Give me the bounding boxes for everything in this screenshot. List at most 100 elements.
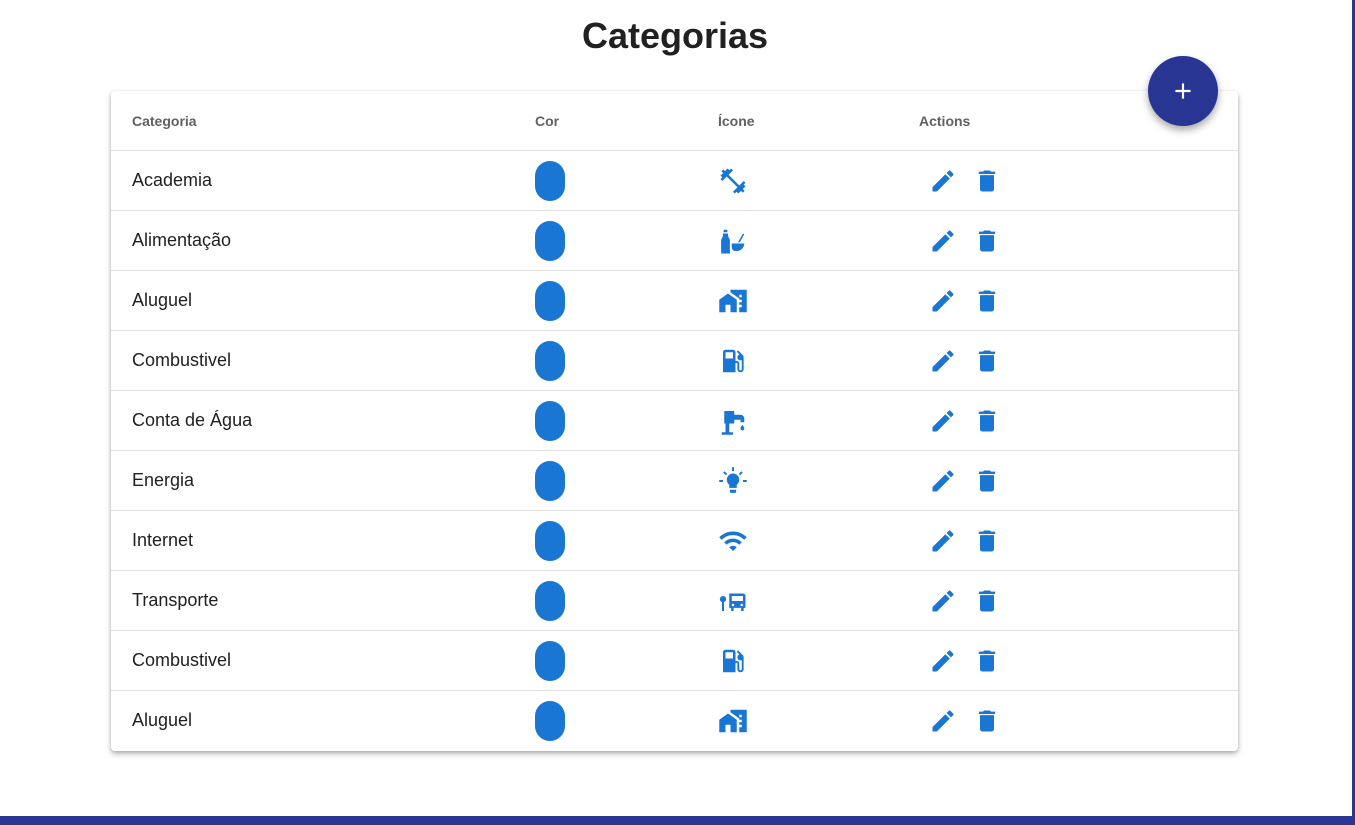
edit-button[interactable] — [929, 227, 957, 255]
category-color-cell — [535, 691, 718, 751]
edit-icon — [932, 529, 954, 551]
category-color-swatch — [535, 580, 565, 621]
category-name: Alimentação — [111, 210, 535, 271]
category-color-swatch — [535, 400, 565, 441]
table-row: Aluguel — [111, 270, 1238, 331]
edit-icon — [932, 649, 954, 671]
category-color-cell — [535, 630, 718, 691]
delete-button[interactable] — [973, 587, 1001, 615]
delete-icon — [978, 170, 996, 191]
page-title: Categorias — [581, 15, 769, 56]
edit-icon — [932, 349, 954, 371]
delete-button[interactable] — [973, 347, 1001, 375]
category-color-cell — [535, 270, 718, 331]
category-name: Aluguel — [111, 270, 535, 331]
edit-button[interactable] — [929, 167, 957, 195]
delete-button[interactable] — [973, 407, 1001, 435]
category-color-swatch — [535, 700, 565, 741]
edit-button[interactable] — [929, 527, 957, 555]
category-color-cell — [535, 450, 718, 511]
category-color-swatch — [535, 160, 565, 201]
bottom-bar — [0, 816, 1355, 825]
edit-button[interactable] — [929, 587, 957, 615]
home-work-icon — [719, 709, 747, 732]
category-icon-cell — [718, 691, 919, 751]
category-actions-cell — [919, 570, 1238, 631]
category-icon-cell — [718, 150, 919, 211]
delete-button[interactable] — [973, 707, 1001, 735]
column-header-categoria[interactable]: Categoria — [111, 91, 535, 151]
edit-icon — [932, 589, 954, 611]
edit-button[interactable] — [929, 647, 957, 675]
table-row: Conta de Água — [111, 390, 1238, 451]
category-name: Combustivel — [111, 330, 535, 391]
edit-icon — [932, 289, 954, 311]
delete-icon — [978, 410, 996, 431]
category-name: Combustivel — [111, 630, 535, 691]
category-name: Energia — [111, 450, 535, 511]
table-row: Combustivel — [111, 630, 1238, 691]
home-work-icon — [719, 289, 747, 312]
category-color-swatch — [535, 280, 565, 321]
category-icon-cell — [718, 270, 919, 331]
category-color-cell — [535, 510, 718, 571]
column-header-icone[interactable]: Ícone — [718, 91, 919, 151]
gas-station-icon — [723, 349, 744, 372]
delete-button[interactable] — [973, 227, 1001, 255]
category-actions-cell — [919, 691, 1238, 751]
category-color-cell — [535, 150, 718, 211]
category-name: Conta de Água — [111, 390, 535, 451]
table-header-row: Categoria Cor Ícone Actions — [111, 91, 1238, 151]
categories-table: Categoria Cor Ícone Actions Academia Alim… — [111, 91, 1238, 750]
edit-button[interactable] — [929, 467, 957, 495]
category-icon-cell — [718, 510, 919, 571]
category-icon-cell — [718, 570, 919, 631]
category-icon-cell — [718, 390, 919, 451]
table-row: Transporte — [111, 570, 1238, 631]
table-row: Energia — [111, 450, 1238, 511]
add-icon — [1175, 83, 1191, 99]
edit-icon — [932, 169, 954, 191]
edit-icon — [932, 409, 954, 431]
edit-icon — [932, 469, 954, 491]
delete-icon — [978, 230, 996, 251]
category-actions-cell — [919, 270, 1238, 331]
category-actions-cell — [919, 510, 1238, 571]
delete-button[interactable] — [973, 167, 1001, 195]
categories-table-card: Categoria Cor Ícone Actions Academia Alim… — [111, 91, 1238, 751]
category-name: Aluguel — [132, 710, 193, 730]
category-actions-cell — [919, 150, 1238, 211]
category-icon-cell — [718, 210, 919, 271]
column-header-cor[interactable]: Cor — [535, 91, 718, 151]
delete-button[interactable] — [973, 287, 1001, 315]
category-actions-cell — [919, 630, 1238, 691]
category-icon-cell — [718, 450, 919, 511]
table-row: Alimentação — [111, 210, 1238, 271]
fitness-icon — [720, 168, 746, 193]
table-row: Combustivel — [111, 330, 1238, 391]
water-tap-icon — [721, 410, 745, 435]
wifi-icon — [719, 531, 747, 551]
category-color-swatch — [535, 340, 565, 381]
category-color-cell — [535, 210, 718, 271]
category-actions-cell — [919, 210, 1238, 271]
edit-button[interactable] — [929, 287, 957, 315]
edit-button[interactable] — [929, 407, 957, 435]
edit-button[interactable] — [929, 347, 957, 375]
category-actions-cell — [919, 390, 1238, 451]
delete-button[interactable] — [973, 527, 1001, 555]
delete-icon — [978, 710, 996, 731]
category-icon-cell — [718, 330, 919, 391]
delete-button[interactable] — [973, 467, 1001, 495]
table-row: Aluguel — [111, 691, 1238, 751]
category-color-cell — [535, 570, 718, 631]
add-category-button[interactable] — [1148, 56, 1218, 126]
category-actions-cell — [919, 450, 1238, 511]
table-row: Internet — [111, 510, 1238, 571]
edit-icon — [932, 229, 954, 251]
delete-icon — [978, 650, 996, 671]
delete-button[interactable] — [973, 647, 1001, 675]
category-color-swatch — [535, 520, 565, 561]
edit-button[interactable] — [929, 707, 957, 735]
delete-icon — [978, 530, 996, 551]
